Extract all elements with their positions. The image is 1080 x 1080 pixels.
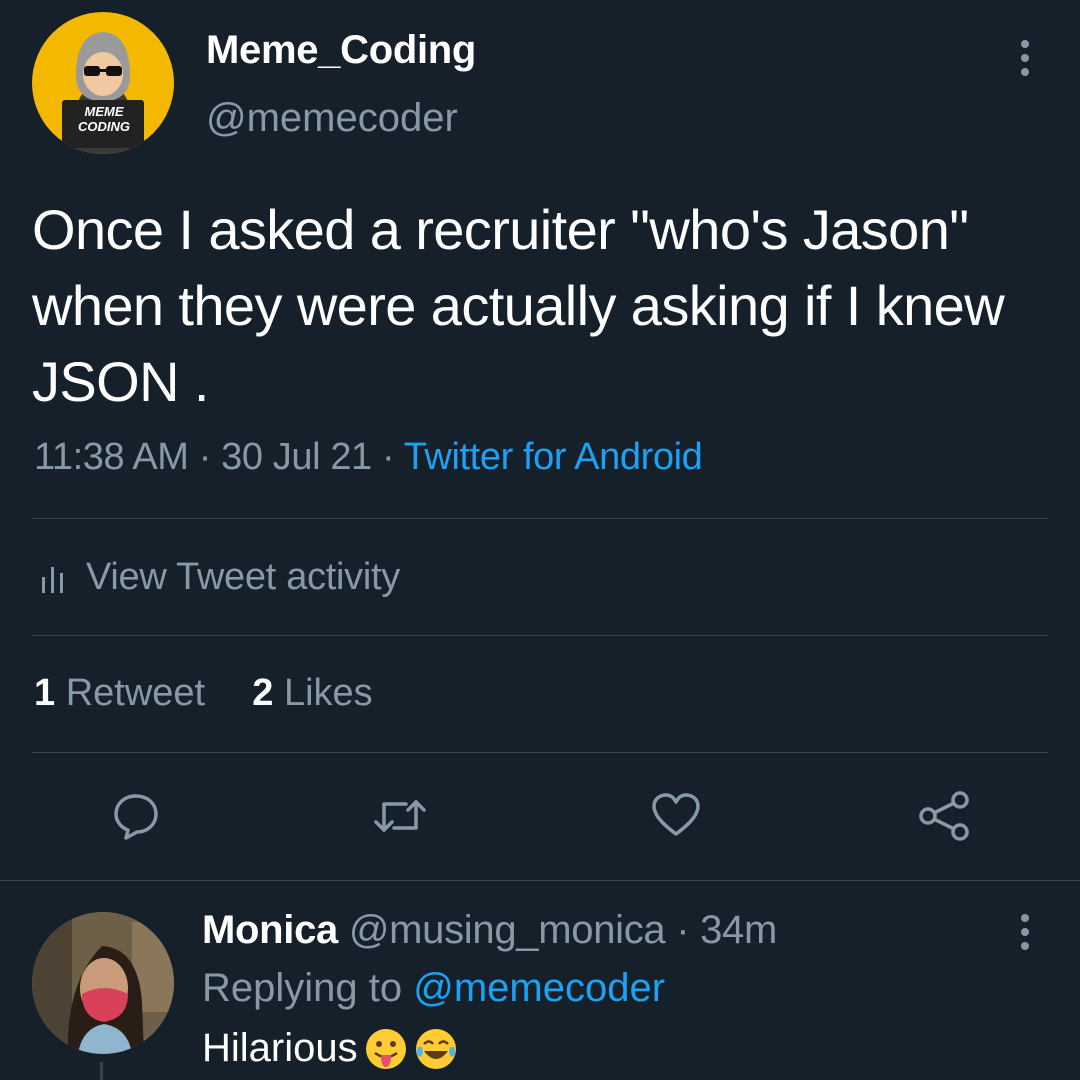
replying-to-handle[interactable]: @memecoder — [413, 966, 665, 1010]
author-avatar[interactable]: MEME CODING — [32, 12, 174, 154]
reply-more-options-icon[interactable] — [1020, 914, 1030, 950]
share-icon — [919, 791, 969, 841]
replying-prefix: Replying to — [202, 966, 403, 1010]
meta-separator: · — [381, 436, 395, 478]
retweets-stat[interactable]: 1 Retweet — [34, 672, 216, 714]
divider — [32, 518, 1048, 519]
reply-button[interactable] — [106, 786, 166, 846]
divider — [32, 752, 1048, 753]
reply-author-handle[interactable]: @musing_monica — [349, 908, 666, 952]
tongue-out-emoji-icon — [365, 1028, 406, 1069]
view-activity-label: View Tweet activity — [86, 556, 400, 598]
tweet-date: 30 Jul 21 — [221, 436, 372, 478]
thread-line — [100, 1062, 103, 1080]
replying-to: Replying to @memecoder — [202, 966, 665, 1011]
reply-text: Hilarious — [202, 1026, 358, 1070]
avatar-logo-text: CODING — [78, 119, 130, 134]
section-divider — [0, 880, 1080, 881]
reply-author-name[interactable]: Monica — [202, 908, 338, 952]
view-activity-button[interactable]: View Tweet activity — [40, 556, 400, 599]
heart-icon — [652, 793, 700, 836]
author-name[interactable]: Meme_Coding — [206, 28, 476, 73]
author-handle[interactable]: @memecoder — [206, 96, 458, 141]
reply-text-row: Hilarious — [202, 1026, 458, 1071]
tweet-meta: 11:38 AM · 30 Jul 21 · Twitter for Andro… — [34, 436, 703, 479]
likes-label: Likes — [283, 672, 373, 714]
tweet-time: 11:38 AM — [34, 436, 189, 478]
likes-count: 2 — [252, 672, 274, 714]
reply-time: 34m — [700, 908, 777, 952]
tweet-stats: 1 Retweet 2 Likes — [34, 672, 373, 715]
likes-stat[interactable]: 2 Likes — [252, 672, 372, 714]
tears-of-joy-emoji-icon — [415, 1028, 456, 1069]
retweets-label: Retweet — [65, 672, 206, 714]
divider — [32, 635, 1048, 636]
reply-separator: · — [676, 908, 690, 952]
meta-separator: · — [198, 436, 212, 478]
retweets-count: 1 — [34, 672, 56, 714]
tweet-text: Once I asked a recruiter "who's Jason" w… — [32, 198, 1005, 413]
reply-header: Monica @musing_monica · 34m — [202, 908, 777, 953]
reply-icon — [114, 794, 158, 840]
retweet-icon — [374, 800, 426, 832]
share-button[interactable] — [914, 786, 974, 846]
more-options-icon[interactable] — [1020, 40, 1030, 76]
reply-author-avatar[interactable] — [32, 912, 174, 1054]
avatar-logo-text: MEME — [84, 104, 124, 119]
like-button[interactable] — [646, 786, 706, 846]
retweet-button[interactable] — [370, 786, 430, 846]
tweet-source-link[interactable]: Twitter for Android — [404, 436, 703, 478]
analytics-icon — [42, 566, 63, 593]
